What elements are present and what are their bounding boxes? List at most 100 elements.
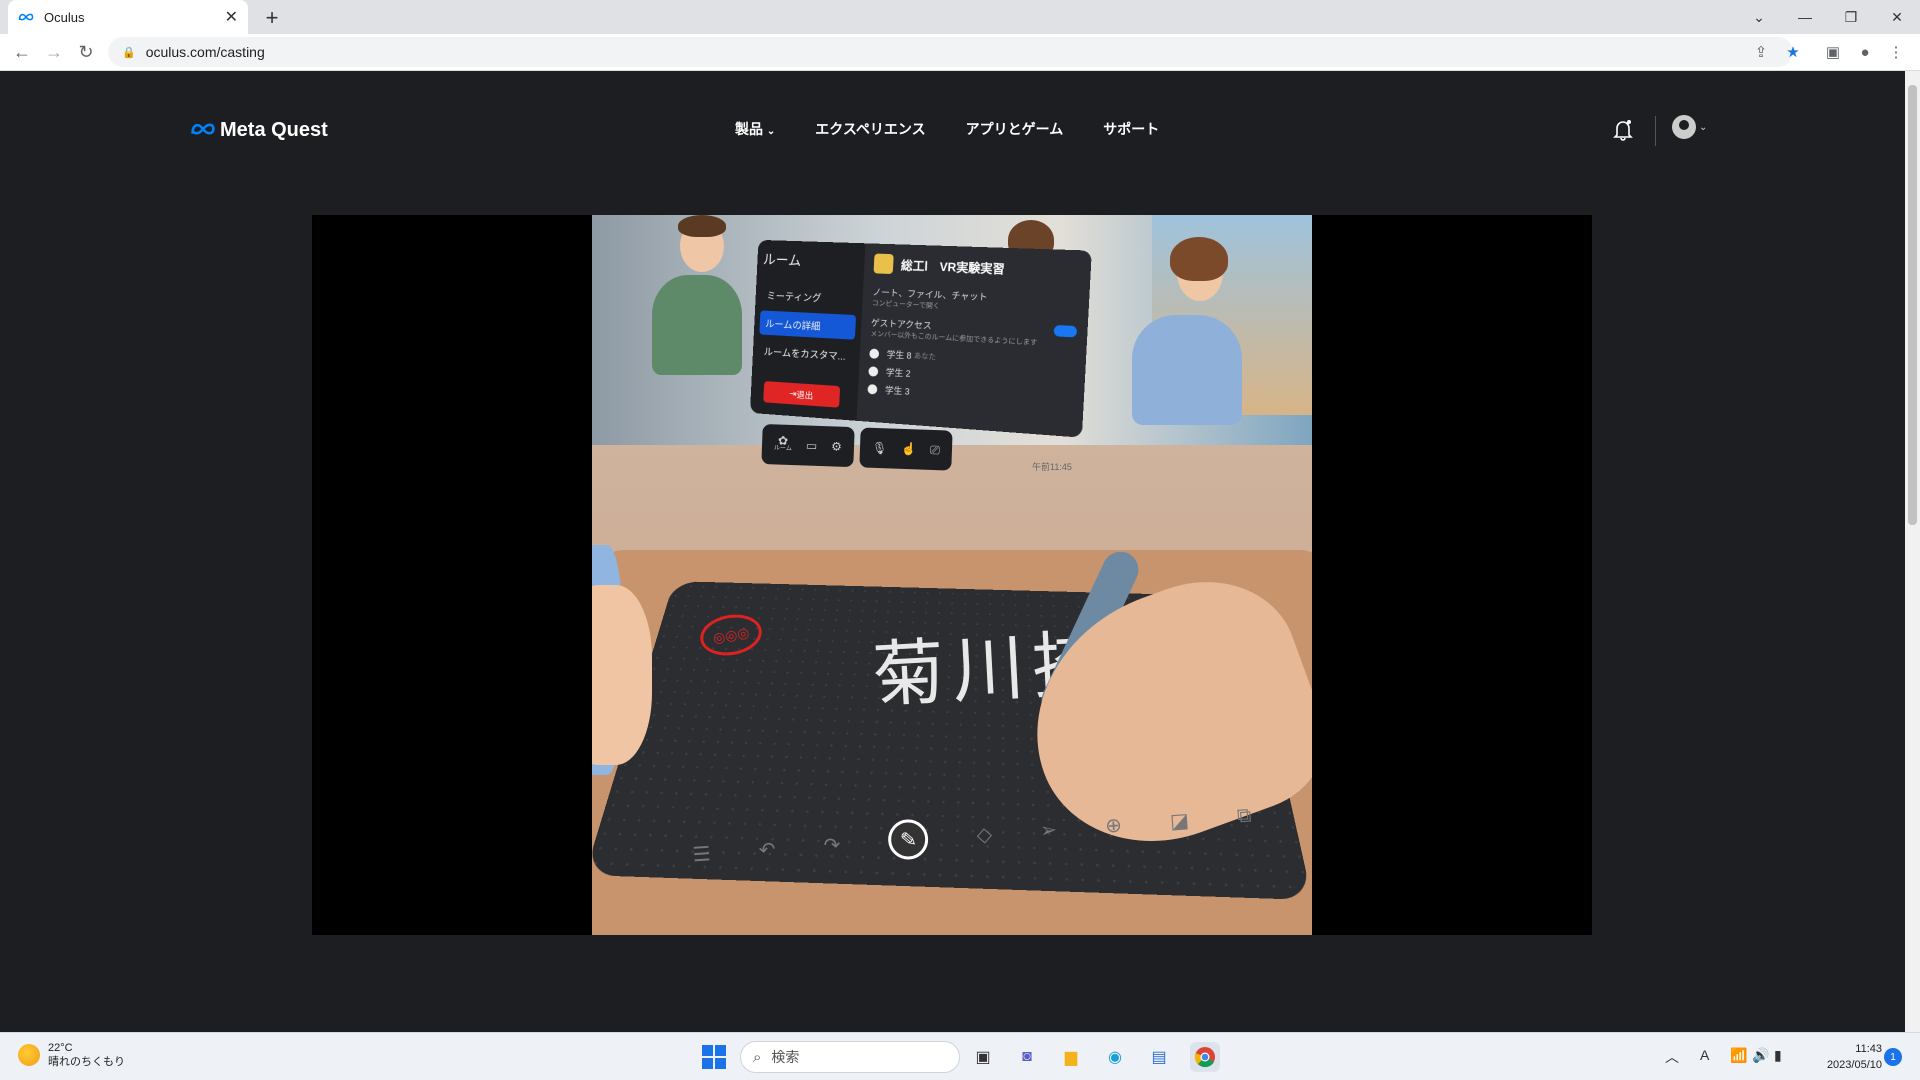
undo-icon: ↶ — [758, 838, 777, 862]
notes-row: ノート、ファイル、チャット コンピューターで開く — [871, 287, 988, 311]
bell-icon[interactable] — [1610, 117, 1636, 143]
weather-sun-icon — [18, 1044, 40, 1066]
room-name: 総工Ⅰ VR実験実習 — [900, 257, 1006, 276]
microsoft-store-icon[interactable]: ▤ — [1144, 1042, 1174, 1072]
avatar-person — [652, 275, 742, 375]
chrome-icon[interactable] — [1190, 1042, 1220, 1072]
microphone-icon: 🎙 — [871, 440, 888, 456]
vr-bar-left: ✿ ルーム ▭ ⚙ — [761, 423, 855, 468]
account-icon — [1672, 115, 1696, 139]
tab-search-icon[interactable]: ⌄ — [1736, 0, 1782, 34]
taskbar-clock[interactable]: 11:43 2023/05/10 — [1812, 1041, 1882, 1073]
redo-icon: ↷ — [822, 833, 842, 857]
avatar-hair — [1170, 237, 1228, 281]
nav-products[interactable]: 製品 ⌄ — [735, 119, 775, 139]
nav-apps-games[interactable]: アプリとゲーム — [966, 119, 1064, 139]
cast-icon: ⎚ — [929, 442, 940, 457]
taskbar-search[interactable]: ⌕ 検索 — [740, 1041, 960, 1073]
vr-room-panel: ルーム ミーティング ルームの詳細 ルームをカスタマ... ⇥ 退出 総工Ⅰ V… — [749, 239, 1092, 438]
vr-clock: 午前11:45 — [1032, 462, 1072, 472]
page-content: Meta Quest 製品 ⌄ エクスペリエンス アプリとゲーム サポート ⌄ — [0, 71, 1905, 1032]
scrollbar-thumb[interactable] — [1908, 85, 1917, 525]
panel-menu-meeting: ミーティング — [766, 291, 822, 305]
close-window-button[interactable]: ✕ — [1874, 0, 1920, 34]
battery-icon[interactable]: ▮ — [1774, 1047, 1782, 1064]
chevron-down-icon: ⌄ — [766, 126, 776, 137]
tab-title: Oculus — [44, 9, 85, 25]
notification-badge[interactable]: 1 — [1884, 1048, 1902, 1066]
file-explorer-icon[interactable]: ▆ — [1056, 1042, 1086, 1072]
panel-sidebar: ルーム ミーティング ルームの詳細 ルームをカスタマ... ⇥ 退出 — [749, 239, 866, 421]
search-placeholder: 検索 — [771, 1049, 800, 1065]
user-avatar-icon — [867, 383, 878, 395]
lock-icon: 🔒 — [122, 46, 136, 59]
avatar-hair — [678, 215, 726, 237]
meta-quest-logo[interactable]: Meta Quest — [190, 117, 328, 143]
vr-menu-bar: ✿ ルーム ▭ ⚙ 🎙 ☝ ⎚ — [761, 423, 992, 472]
header-divider — [1655, 116, 1656, 146]
room-badge-icon — [873, 253, 894, 275]
back-icon[interactable]: ← — [8, 38, 36, 66]
left-hand — [592, 585, 652, 765]
shapes-icon: ⧉ — [1236, 803, 1253, 827]
volume-icon[interactable]: 🔊 — [1752, 1047, 1769, 1064]
guest-access-row: ゲストアクセス メンバー以外もこのルームに参加できるようにします — [870, 316, 1078, 350]
casting-video[interactable]: ◎◎◎ 菊川捺 ☰ ↶ ↷ ✎ ◇ ➢ ⊕ ◪ ⧉ ルーム ミーティング ルーム… — [312, 215, 1592, 935]
menu-lines-icon: ☰ — [691, 842, 712, 867]
sticky-tool-icon: ◪ — [1169, 809, 1190, 833]
menu-icon[interactable]: ⋮ — [1882, 38, 1910, 66]
teams-chat-icon[interactable]: ◙ — [1012, 1042, 1042, 1072]
avatar-person — [1132, 315, 1242, 425]
room-header: 総工Ⅰ VR実験実習 — [873, 253, 1081, 282]
new-tab-button[interactable]: + — [258, 4, 286, 32]
start-button-icon[interactable] — [702, 1045, 726, 1069]
clock-date: 2023/05/10 — [1826, 1059, 1882, 1071]
edge-browser-icon[interactable]: ◉ — [1100, 1042, 1130, 1072]
tab-close-icon[interactable]: ✕ — [225, 7, 238, 27]
minimize-button[interactable]: — — [1782, 0, 1828, 34]
room-icon: ✿ ルーム — [773, 433, 792, 453]
wifi-icon[interactable]: 📶 — [1730, 1047, 1747, 1064]
ime-indicator[interactable]: A — [1700, 1047, 1709, 1063]
search-icon: ⌕ — [753, 1048, 762, 1066]
guest-access-toggle — [1053, 324, 1078, 338]
exit-button: ⇥ 退出 — [763, 381, 841, 408]
share-icon[interactable]: ⇪ — [1747, 38, 1775, 66]
browser-toolbar: ← → ↻ 🔒 oculus.com/casting ⇪ ★ ▣ ● ⋮ — [0, 34, 1920, 71]
side-panel-icon[interactable]: ▣ — [1819, 38, 1847, 66]
reload-icon[interactable]: ↻ — [72, 38, 100, 66]
address-bar[interactable]: 🔒 oculus.com/casting — [108, 37, 1793, 67]
weather-widget[interactable]: 22°C 晴れのちくもり — [18, 1041, 125, 1069]
weather-temp: 22°C — [48, 1042, 73, 1054]
panel-main: 総工Ⅰ VR実験実習 ノート、ファイル、チャット コンピューターで開く ゲストア… — [856, 243, 1092, 438]
tab-oculus[interactable]: Oculus ✕ — [8, 0, 248, 34]
main-nav: 製品 ⌄ エクスペリエンス アプリとゲーム サポート — [735, 119, 1159, 139]
select-arrow-icon: ➢ — [1039, 818, 1058, 842]
tray-overflow-icon[interactable]: ︿ — [1665, 1047, 1679, 1067]
nav-experiences[interactable]: エクスペリエンス — [815, 119, 925, 139]
meta-infinity-icon — [190, 117, 216, 143]
vr-bar-right: 🎙 ☝ ⎚ — [859, 427, 953, 471]
nav-support[interactable]: サポート — [1103, 119, 1159, 139]
url-text: oculus.com/casting — [145, 44, 265, 60]
panel-menu-customize: ルームをカスタマ... — [763, 347, 846, 363]
restore-button[interactable]: ❐ — [1828, 0, 1874, 34]
user-avatar-icon — [869, 347, 880, 359]
chevron-down-icon: ⌄ — [1699, 121, 1708, 133]
settings-gear-icon: ⚙ — [830, 439, 843, 454]
forward-icon[interactable]: → — [40, 38, 68, 66]
screen-icon: ▭ — [805, 438, 818, 453]
account-menu[interactable]: ⌄ — [1672, 115, 1707, 139]
bookmark-star-icon[interactable]: ★ — [1779, 38, 1807, 66]
taskbar: 22°C 晴れのちくもり ⌕ 検索 ▣ ◙ ▆ ◉ ▤ ︿ A 📶 🔊 ▮ 11… — [0, 1032, 1920, 1080]
panel-title: ルーム — [762, 251, 802, 269]
page-scrollbar[interactable] — [1905, 71, 1920, 1032]
zoom-icon: ⊕ — [1104, 814, 1123, 838]
eraser-icon: ◇ — [975, 823, 993, 847]
task-view-icon[interactable]: ▣ — [968, 1042, 998, 1072]
vr-scene: ◎◎◎ 菊川捺 ☰ ↶ ↷ ✎ ◇ ➢ ⊕ ◪ ⧉ ルーム ミーティング ルーム… — [592, 215, 1312, 935]
clock-time: 11:43 — [1855, 1043, 1882, 1055]
pen-tool-icon: ✎ — [887, 818, 930, 861]
weather-desc: 晴れのちくもり — [48, 1056, 125, 1068]
profile-icon[interactable]: ● — [1851, 38, 1879, 66]
